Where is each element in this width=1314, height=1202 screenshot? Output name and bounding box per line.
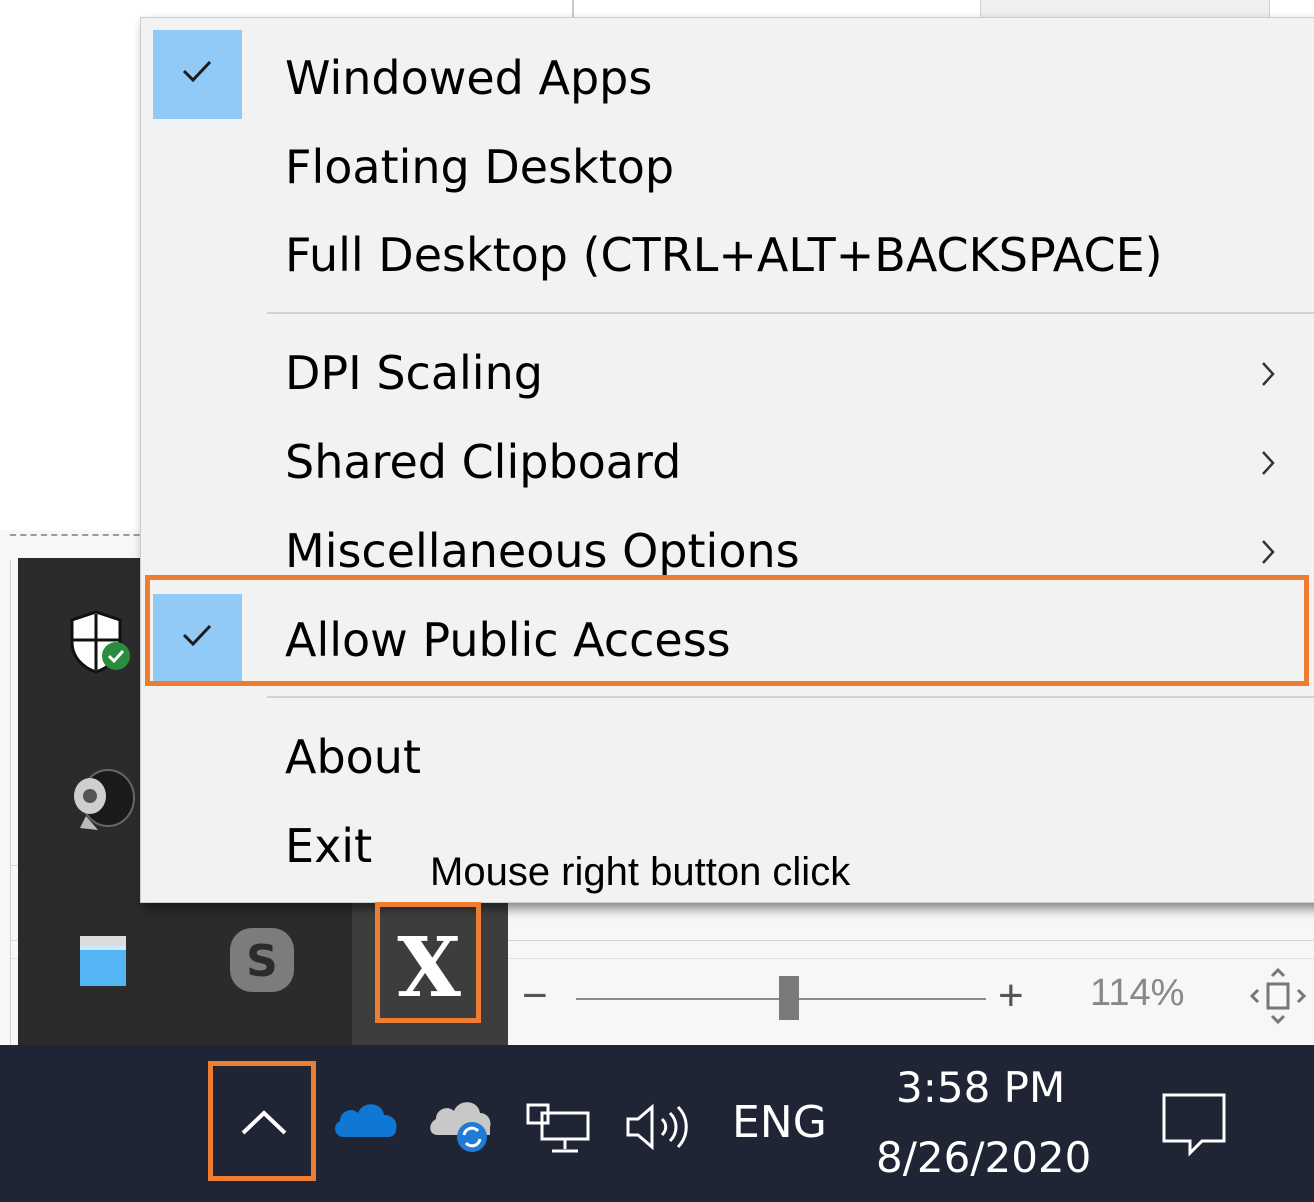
menu-item-label: Shared Clipboard [285,435,682,489]
submenu-arrow-icon [1262,540,1275,564]
menu-item-label: Full Desktop (CTRL+ALT+BACKSPACE) [285,228,1163,282]
highlight-chevron-up [208,1061,316,1181]
menu-item-full-desktop[interactable]: Full Desktop (CTRL+ALT+BACKSPACE) [141,211,1314,300]
zoom-out-button[interactable]: − [522,968,548,1024]
background-line [10,560,11,1045]
notification-icon[interactable] [1160,1091,1228,1157]
zoom-slider-thumb[interactable] [779,976,799,1020]
context-menu: Windowed Apps Floating Desktop Full Desk… [140,17,1314,903]
zoom-percent[interactable]: 114% [1090,972,1184,1015]
taskbar: ENG 3:58 PM 8/26/2020 [0,1045,1314,1202]
svg-text:S: S [246,936,278,987]
menu-item-shared-clipboard[interactable]: Shared Clipboard [141,418,1314,507]
menu-item-floating-desktop[interactable]: Floating Desktop [141,123,1314,212]
onedrive-icon[interactable] [330,1097,400,1143]
menu-item-label: Windowed Apps [285,51,653,105]
menu-separator [267,312,1314,314]
highlight-x-app-icon [375,902,481,1023]
menu-item-windowed-apps[interactable]: Windowed Apps [141,30,1314,123]
checkmark-icon [182,60,212,83]
submenu-arrow-icon [1262,362,1275,386]
fit-to-window-icon[interactable] [1246,964,1310,1028]
clock-date[interactable]: 8/26/2020 [876,1133,1091,1182]
onedrive-sync-icon[interactable] [426,1097,496,1155]
clock-time[interactable]: 3:58 PM [896,1063,1065,1112]
speaker-app-icon[interactable] [68,766,140,834]
checkmark-box [153,30,242,119]
window-app-icon[interactable] [78,934,130,988]
volume-icon[interactable] [622,1101,692,1153]
network-icon[interactable] [524,1099,594,1157]
highlight-allow-public-access [145,575,1309,686]
zoom-in-button[interactable]: + [998,968,1024,1024]
menu-item-label: Floating Desktop [285,140,675,194]
menu-item-label: Exit [285,819,373,873]
background-dashed-line [10,534,150,536]
menu-item-label: DPI Scaling [285,346,543,400]
input-language-indicator[interactable]: ENG [732,1097,827,1148]
submenu-arrow-icon [1262,451,1275,475]
menu-item-dpi-scaling[interactable]: DPI Scaling [141,329,1314,418]
menu-separator [267,696,1314,698]
windows-security-shield-icon[interactable] [66,608,136,678]
menu-item-label: About [285,730,422,784]
skype-icon[interactable]: S [226,924,298,996]
menu-item-about[interactable]: About [141,713,1314,802]
menu-item-label: Miscellaneous Options [285,524,800,578]
annotation-caption: Mouse right button click [430,850,851,894]
